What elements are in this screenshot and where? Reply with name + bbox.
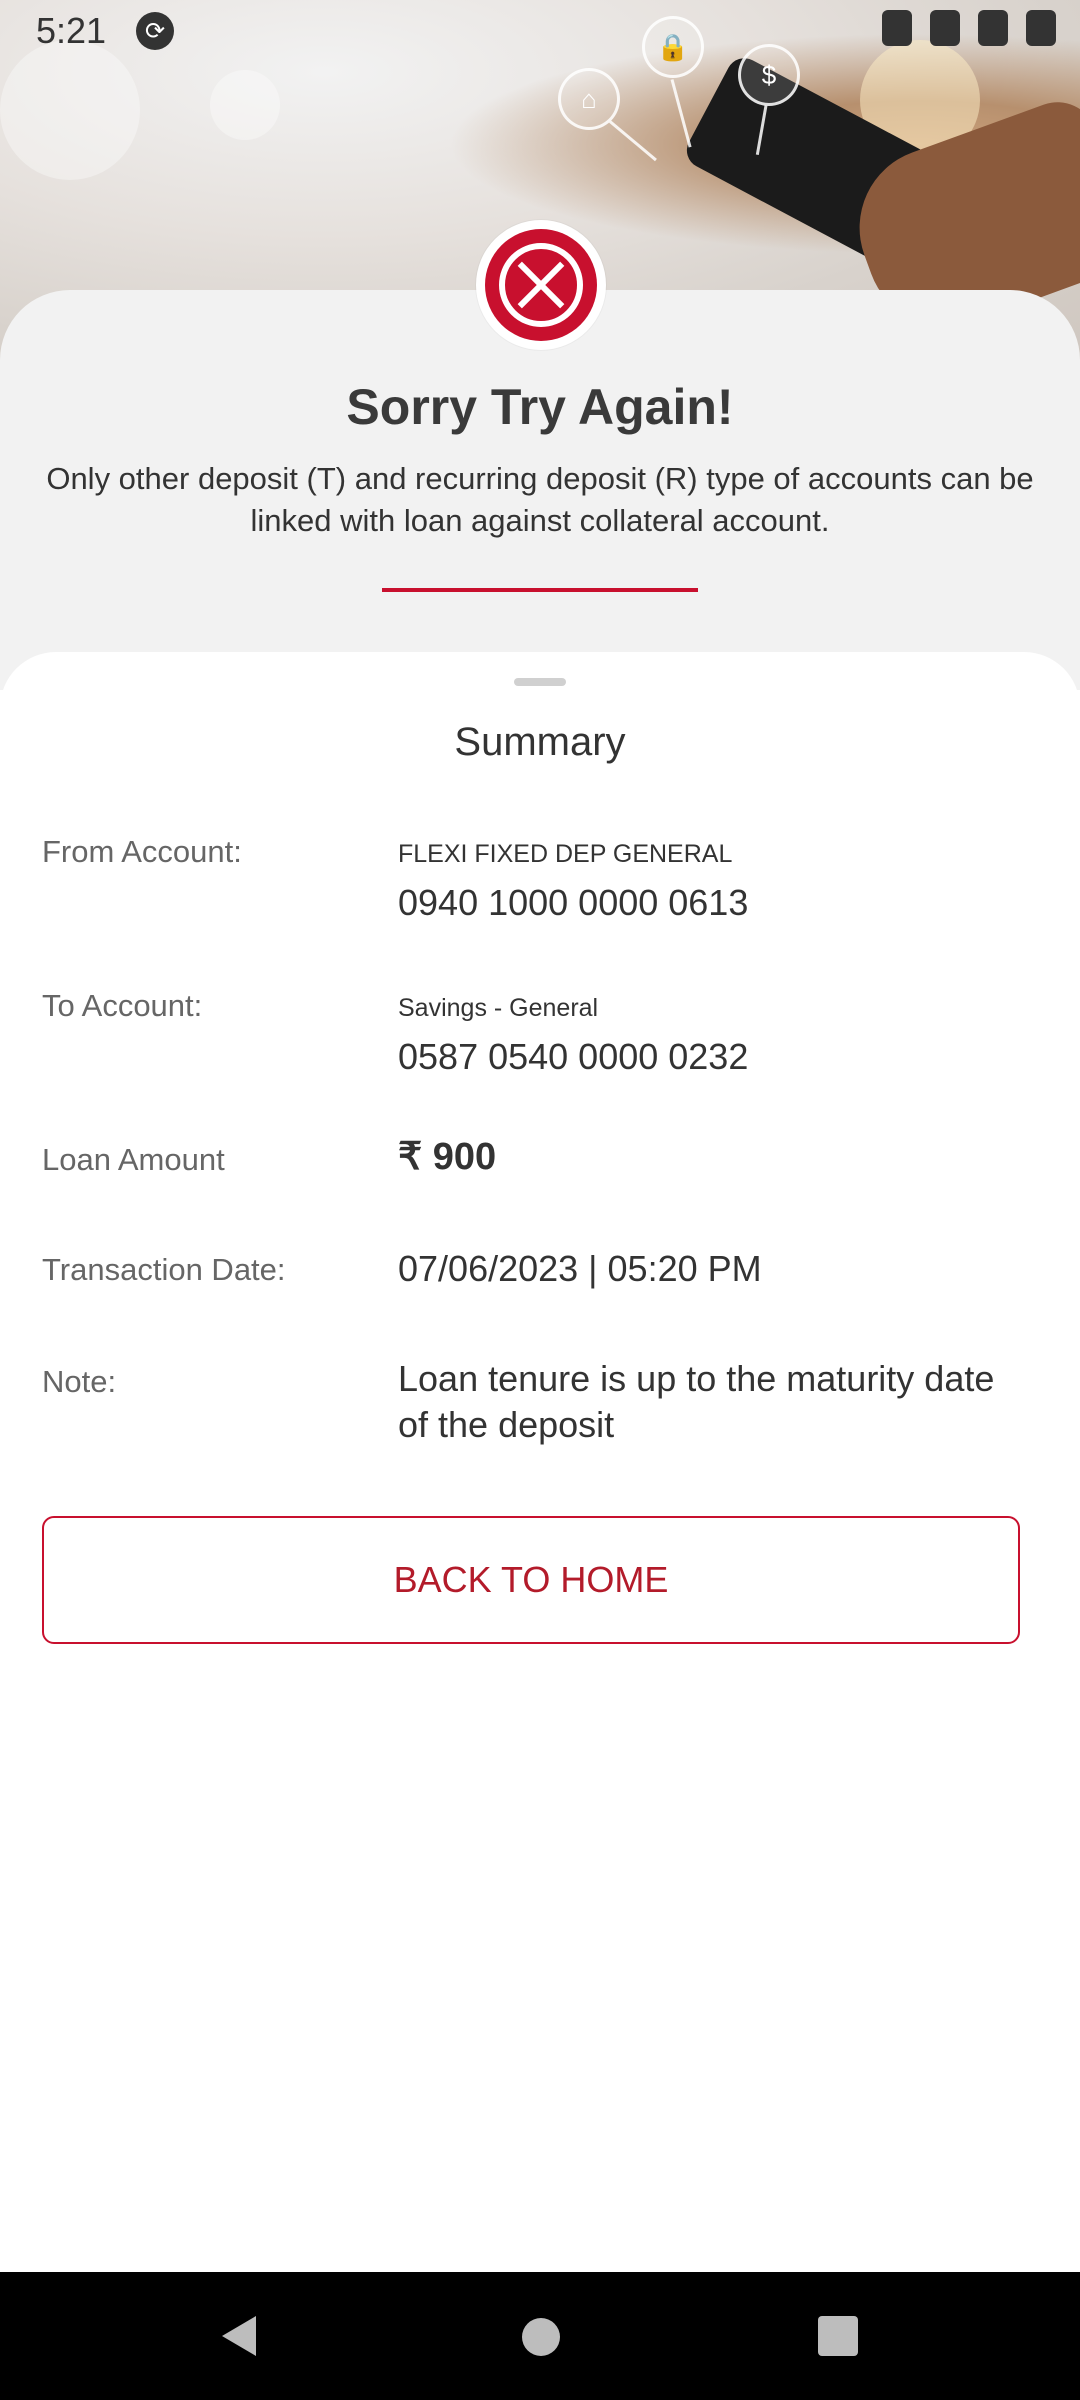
back-nav-icon[interactable] bbox=[222, 2316, 256, 2356]
status-icons bbox=[882, 10, 1056, 46]
signal-icon bbox=[978, 10, 1008, 46]
x-mark bbox=[511, 255, 571, 315]
transaction-date-value: 07/06/2023 | 05:20 PM bbox=[398, 1248, 762, 1289]
error-badge bbox=[476, 220, 606, 350]
red-divider bbox=[382, 588, 698, 592]
from-account-name: FLEXI FIXED DEP GENERAL bbox=[398, 840, 733, 868]
status-time: 5:21 bbox=[36, 10, 107, 51]
connector-line bbox=[670, 79, 692, 148]
recents-nav-icon[interactable] bbox=[818, 2316, 858, 2356]
loan-amount-value: ₹ 900 bbox=[398, 1136, 497, 1178]
error-title: Sorry Try Again! bbox=[346, 379, 734, 435]
summary-title: Summary bbox=[454, 720, 626, 764]
back-to-home-button[interactable]: BACK TO HOME bbox=[42, 1516, 1020, 1644]
to-account-name: Savings - General bbox=[398, 994, 599, 1022]
to-account-number: 0587 0540 0000 0232 bbox=[398, 1036, 749, 1077]
transaction-date-label: Transaction Date: bbox=[42, 1252, 286, 1287]
note-value: Loan tenure is up to the maturity date o… bbox=[398, 1358, 995, 1445]
from-account-number: 0940 1000 0000 0613 bbox=[398, 882, 749, 923]
bokeh-light bbox=[210, 70, 280, 140]
status-bar: 5:21 ⟳ bbox=[0, 0, 1080, 64]
loan-amount-label: Loan Amount bbox=[42, 1142, 225, 1177]
error-x-icon bbox=[485, 229, 597, 341]
wifi-icon bbox=[930, 10, 960, 46]
connector-line bbox=[609, 120, 657, 162]
home-nav-icon[interactable] bbox=[522, 2318, 560, 2356]
sync-icon: ⟳ bbox=[136, 12, 174, 50]
drag-handle[interactable] bbox=[514, 678, 566, 686]
error-message: Only other deposit (T) and recurring dep… bbox=[46, 461, 1034, 538]
to-account-label: To Account: bbox=[42, 988, 203, 1023]
from-account-label: From Account: bbox=[42, 834, 242, 869]
location-icon bbox=[882, 10, 912, 46]
note-label: Note: bbox=[42, 1364, 117, 1399]
battery-icon bbox=[1026, 10, 1056, 46]
